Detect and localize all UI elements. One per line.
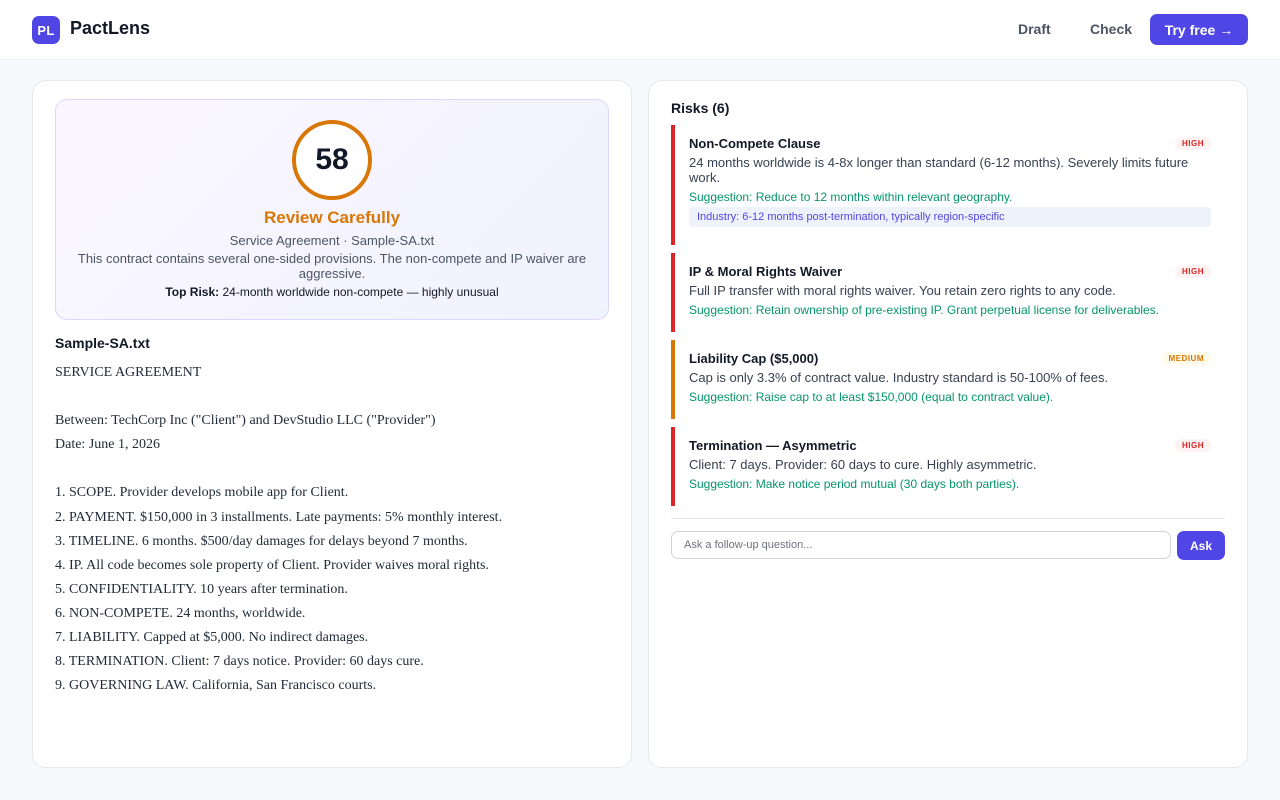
try-free-label: Try free xyxy=(1164,21,1216,38)
document-line: 8. TERMINATION. Client: 7 days notice. P… xyxy=(55,654,424,670)
risk-name: Termination — Asymmetric xyxy=(689,438,857,453)
arrow-right-icon: → xyxy=(1219,21,1234,38)
try-free-button[interactable]: Try free → xyxy=(1150,14,1248,45)
nav-draft-link[interactable]: Draft xyxy=(1018,21,1051,37)
risk-card-ip-waiver[interactable]: IP & Moral Rights Waiver HIGH Full IP tr… xyxy=(671,253,1225,332)
document-line: 6. NON-COMPETE. 24 months, worldwide. xyxy=(55,605,306,621)
risk-card-non-compete[interactable]: Non-Compete Clause HIGH 24 months worldw… xyxy=(671,125,1225,245)
document-body: SERVICE AGREEMENT Between: TechCorp Inc … xyxy=(55,361,615,698)
top-risk: Top Risk: 24-month worldwide non-compete… xyxy=(56,285,608,299)
score-ring: 58 xyxy=(292,120,372,200)
logo-icon[interactable]: PL xyxy=(32,16,60,44)
risk-description: Full IP transfer with moral rights waive… xyxy=(689,283,1116,298)
risks-title: Risks (6) xyxy=(671,100,730,116)
score-verdict: Review Carefully xyxy=(263,208,401,227)
document-line: Date: June 1, 2026 xyxy=(55,437,160,453)
severity-badge: MEDIUM xyxy=(1161,352,1211,365)
document-line: 1. SCOPE. Provider develops mobile app f… xyxy=(55,485,349,501)
follow-up-input[interactable] xyxy=(671,531,1171,559)
risk-name: IP & Moral Rights Waiver xyxy=(689,264,843,279)
risk-card-liability-cap[interactable]: Liability Cap ($5,000) MEDIUM Cap is onl… xyxy=(671,340,1225,419)
document-line: 2. PAYMENT. $150,000 in 3 installments. … xyxy=(55,509,503,525)
document-line: 5. CONFIDENTIALITY. 10 years after termi… xyxy=(55,581,348,597)
severity-badge: HIGH xyxy=(1175,439,1211,452)
document-line: 4. IP. All code becomes sole property of… xyxy=(55,557,489,573)
brand-name[interactable]: PactLens xyxy=(70,18,150,39)
ask-button[interactable]: Ask xyxy=(1177,531,1225,560)
risk-suggestion: Suggestion: Make notice period mutual (3… xyxy=(689,477,1020,491)
severity-badge: HIGH xyxy=(1175,137,1211,150)
severity-badge: HIGH xyxy=(1175,265,1211,278)
top-header: PL PactLens Draft Check Try free → xyxy=(0,0,1280,60)
risk-name: Non-Compete Clause xyxy=(689,136,821,151)
score-card: 58 Review Carefully Service Agreement · … xyxy=(55,99,609,320)
document-line: 7. LIABILITY. Capped at $5,000. No indir… xyxy=(55,630,369,646)
score-meta: Service Agreement · Sample-SA.txt xyxy=(229,233,435,248)
risk-card-termination[interactable]: Termination — Asymmetric HIGH Client: 7 … xyxy=(671,427,1225,506)
risk-description: Client: 7 days. Provider: 60 days to cur… xyxy=(689,457,1037,472)
risk-description: 24 months worldwide is 4-8x longer than … xyxy=(689,155,1189,185)
risk-suggestion: Suggestion: Retain ownership of pre-exis… xyxy=(689,303,1160,317)
score-description: This contract contains several one-sided… xyxy=(77,251,587,281)
top-risk-text: 24-month worldwide non-compete — highly … xyxy=(219,285,499,299)
risk-suggestion: Suggestion: Raise cap to at least $150,0… xyxy=(689,390,1054,404)
document-line: 3. TIMELINE. 6 months. $500/day damages … xyxy=(55,533,468,549)
document-line: Between: TechCorp Inc ("Client") and Dev… xyxy=(55,413,436,429)
risks-panel: Risks (6) Non-Compete Clause HIGH 24 mon… xyxy=(648,80,1248,768)
industry-benchmark: Industry: 6-12 months post-termination, … xyxy=(689,207,1211,227)
contract-panel: 58 Review Carefully Service Agreement · … xyxy=(32,80,632,768)
divider xyxy=(671,518,1225,519)
risk-suggestion: Suggestion: Reduce to 12 months within r… xyxy=(689,190,1013,204)
nav-check-link[interactable]: Check xyxy=(1090,21,1132,37)
risk-name: Liability Cap ($5,000) xyxy=(689,351,819,366)
document-line: 9. GOVERNING LAW. California, San Franci… xyxy=(55,678,377,694)
document-line: SERVICE AGREEMENT xyxy=(55,365,202,380)
top-risk-label: Top Risk: xyxy=(165,285,220,299)
document-filename: Sample-SA.txt xyxy=(55,335,150,351)
risk-description: Cap is only 3.3% of contract value. Indu… xyxy=(689,370,1109,385)
